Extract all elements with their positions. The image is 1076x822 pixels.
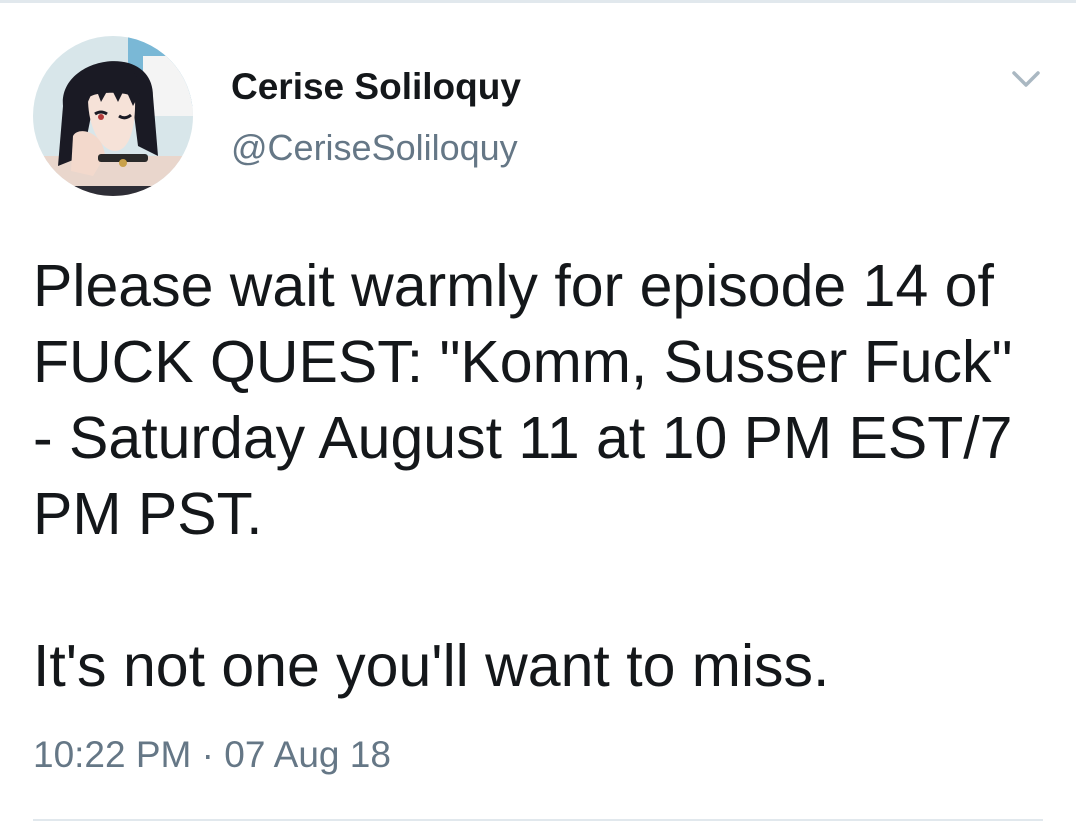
tweet-text: Please wait warmly for episode 14 of FUC…	[33, 248, 1043, 704]
tweet-text-paragraph-2: It's not one you'll want to miss.	[33, 633, 830, 699]
tweet-text-paragraph-1: Please wait warmly for episode 14 of FUC…	[33, 253, 1013, 547]
avatar[interactable]	[33, 36, 193, 196]
chevron-down-icon[interactable]	[1004, 62, 1048, 94]
display-name[interactable]: Cerise Soliloquy	[231, 66, 521, 108]
tweet-timestamp[interactable]: 10:22 PM · 07 Aug 18	[33, 734, 391, 776]
user-handle[interactable]: @CeriseSoliloquy	[231, 127, 518, 169]
divider	[33, 819, 1043, 821]
top-border	[0, 0, 1076, 3]
avatar-image	[33, 36, 193, 196]
